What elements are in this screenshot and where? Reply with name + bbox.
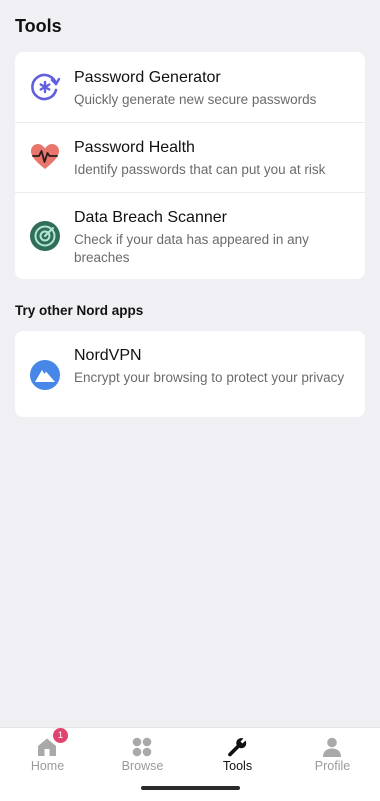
other-apps-card: NordVPN Encrypt your browsing to protect… (15, 331, 365, 417)
tool-subtitle: Check if your data has appeared in any b… (74, 232, 309, 265)
tab-label: Tools (222, 759, 253, 773)
password-generator-icon (31, 73, 61, 101)
tab-profile[interactable]: Profile (285, 728, 380, 788)
app-title: NordVPN (74, 347, 142, 364)
notification-badge: 1 (53, 728, 68, 743)
wrench-icon (228, 738, 247, 757)
tool-item-data-breach-scanner[interactable]: Data Breach Scanner Check if your data h… (15, 193, 365, 279)
tool-item-password-health[interactable]: Password Health Identify passwords that … (15, 123, 365, 192)
tab-home[interactable]: 1 Home (0, 728, 95, 788)
radar-icon (30, 221, 60, 251)
tab-label: Browse (121, 759, 164, 773)
tab-tools[interactable]: Tools (190, 728, 285, 788)
tool-subtitle: Quickly generate new secure passwords (74, 92, 317, 107)
tool-title: Password Generator (74, 69, 221, 86)
tools-card: Password Generator Quickly generate new … (15, 52, 365, 279)
tool-subtitle: Identify passwords that can put you at r… (74, 162, 326, 177)
tab-label: Profile (314, 759, 351, 773)
tab-label: Home (30, 759, 65, 773)
tool-item-password-generator[interactable]: Password Generator Quickly generate new … (15, 52, 365, 122)
page-title: Tools (15, 16, 62, 36)
grid-icon (132, 737, 152, 757)
nordvpn-icon (30, 360, 60, 390)
person-icon (323, 737, 341, 757)
tab-browse[interactable]: Browse (95, 728, 190, 788)
home-indicator (141, 786, 240, 790)
app-subtitle: Encrypt your browsing to protect your pr… (74, 370, 345, 385)
section-label: Try other Nord apps (15, 303, 144, 318)
app-item-nordvpn[interactable]: NordVPN Encrypt your browsing to protect… (15, 331, 365, 417)
tool-title: Password Health (74, 139, 195, 156)
tool-title: Data Breach Scanner (74, 209, 227, 226)
heart-pulse-icon (31, 144, 59, 169)
